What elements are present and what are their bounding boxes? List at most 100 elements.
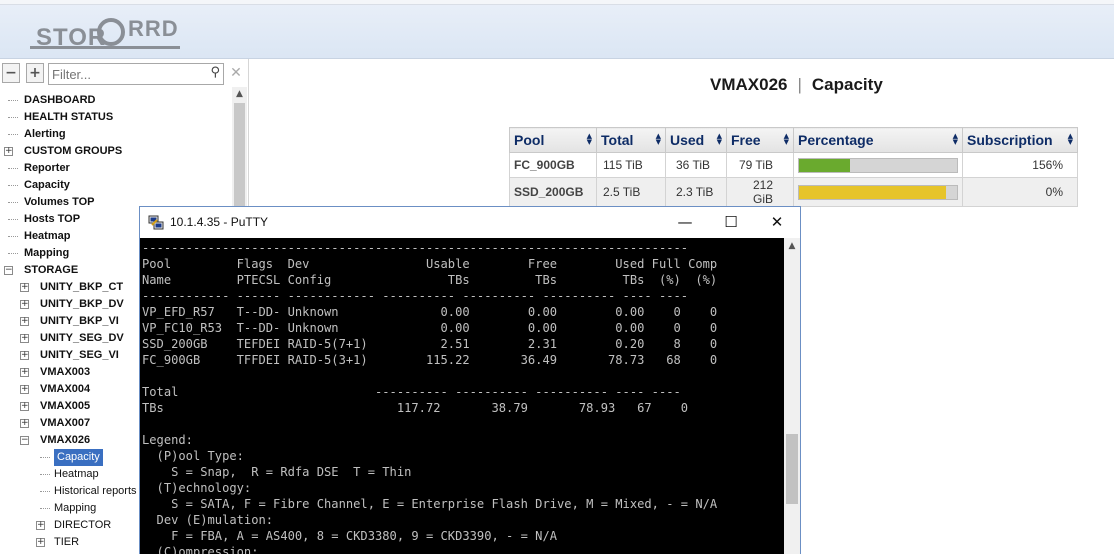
putty-title-text: 10.1.4.35 - PuTTY (170, 215, 269, 229)
column-header-subscription[interactable]: Subscription ▲ ▼ (962, 127, 1078, 153)
top-strip (0, 0, 1114, 5)
terminal-screen[interactable]: ----------------------------------------… (140, 238, 784, 554)
tree-item-label[interactable]: VMAX003 (40, 364, 90, 381)
tree-item[interactable]: HEALTH STATUS (0, 109, 232, 126)
terminal-output: ----------------------------------------… (142, 241, 718, 554)
terminal-scrollbar[interactable]: ▲ (784, 238, 800, 554)
expand-icon[interactable]: + (20, 385, 29, 394)
minimize-button[interactable]: — (662, 207, 708, 237)
collapse-icon[interactable]: − (20, 436, 29, 445)
sort-icon[interactable]: ▲ ▼ (656, 133, 661, 146)
putty-window[interactable]: 10.1.4.35 - PuTTY — ☐ ✕ ----------------… (139, 206, 801, 554)
tree-item-label[interactable]: UNITY_BKP_DV (40, 296, 124, 313)
tree-item-label[interactable]: VMAX007 (40, 415, 90, 432)
tree-item-label[interactable]: Capacity (24, 177, 70, 194)
tree-item-label[interactable]: VMAX005 (40, 398, 90, 415)
tree-connector (8, 185, 18, 186)
expand-icon[interactable]: + (20, 283, 29, 292)
tree-item-label[interactable]: Heatmap (54, 466, 99, 483)
expand-icon[interactable]: + (20, 368, 29, 377)
tree-item-label[interactable]: Mapping (54, 500, 96, 517)
tree-item-label[interactable]: UNITY_BKP_VI (40, 313, 119, 330)
tree-item[interactable]: + CUSTOM GROUPS (0, 143, 232, 160)
tree-item-label[interactable]: HEALTH STATUS (24, 109, 113, 126)
column-header-label: Free (731, 132, 761, 148)
tree-item-label[interactable]: UNITY_BKP_CT (40, 279, 123, 296)
tree-item-label[interactable]: TIER (54, 534, 79, 551)
tree-item[interactable]: Capacity (0, 177, 232, 194)
clear-filter-button[interactable]: ✕ (228, 65, 244, 81)
maximize-button[interactable]: ☐ (708, 207, 754, 237)
filter-input[interactable] (52, 66, 200, 82)
tree-item[interactable]: DASHBOARD (0, 92, 232, 109)
putty-title-bar[interactable]: 10.1.4.35 - PuTTY — ☐ ✕ (140, 207, 800, 237)
column-header-total[interactable]: Total ▲ ▼ (596, 127, 666, 153)
tree-item[interactable]: Alerting (0, 126, 232, 143)
logo-two-mark (97, 18, 125, 46)
tree-item-label[interactable]: Capacity (54, 449, 103, 466)
usage-bar-fill (799, 158, 850, 172)
close-button[interactable]: ✕ (754, 207, 800, 237)
expand-icon[interactable]: + (36, 538, 45, 547)
sort-icon[interactable]: ▲ ▼ (717, 133, 722, 146)
total-cell: 115 TiB (596, 152, 666, 178)
filter-box: ⚲ (48, 63, 224, 85)
tree-item-label[interactable]: Reporter (24, 160, 70, 177)
column-header-free[interactable]: Free ▲ ▼ (726, 127, 794, 153)
tree-connector (8, 236, 18, 237)
expand-icon[interactable]: + (4, 147, 13, 156)
expand-icon[interactable]: + (20, 334, 29, 343)
page-title-separator: | (797, 75, 802, 94)
logo-text-right: RRD (128, 16, 179, 41)
scroll-up-icon[interactable]: ▲ (232, 87, 247, 101)
tree-item-label[interactable]: VMAX004 (40, 381, 90, 398)
usage-bar (798, 184, 958, 200)
tree-item-label[interactable]: CUSTOM GROUPS (24, 143, 122, 160)
scrollbar-thumb[interactable] (786, 434, 798, 504)
expand-icon[interactable]: + (20, 317, 29, 326)
tree-item-label[interactable]: Hosts TOP (24, 211, 80, 228)
tree-item-label[interactable]: Volumes TOP (24, 194, 95, 211)
tree-connector (40, 508, 50, 509)
collapse-all-button[interactable]: − (2, 63, 20, 83)
column-header-label: Percentage (798, 132, 874, 148)
tree-item-label[interactable]: Alerting (24, 126, 66, 143)
sort-icon[interactable]: ▲ ▼ (953, 133, 958, 146)
stor2rrd-logo[interactable]: STOR RRD (30, 16, 182, 51)
search-icon[interactable]: ⚲ (210, 65, 220, 80)
expand-icon[interactable]: + (20, 300, 29, 309)
table-row[interactable]: SSD_200GB 2.5 TiB 2.3 TiB 212 GiB 0% (509, 177, 1078, 207)
collapse-icon[interactable]: − (4, 266, 13, 275)
tree-item-label[interactable]: UNITY_SEG_DV (40, 330, 124, 347)
expand-icon[interactable]: + (20, 402, 29, 411)
scroll-up-icon[interactable]: ▲ (784, 238, 800, 254)
used-cell: 36 TiB (665, 152, 727, 178)
column-header-percentage[interactable]: Percentage ▲ ▼ (793, 127, 963, 153)
tree-connector (40, 474, 50, 475)
tree-item[interactable]: Reporter (0, 160, 232, 177)
tree-item-label[interactable]: Historical reports (54, 483, 137, 500)
tree-item-label[interactable]: VMAX026 (40, 432, 90, 449)
tree-item-label[interactable]: Mapping (24, 245, 69, 262)
column-header-label: Subscription (967, 132, 1053, 148)
expand-icon[interactable]: + (20, 419, 29, 428)
tree-item-label[interactable]: Heatmap (24, 228, 70, 245)
sort-icon[interactable]: ▲ ▼ (1068, 133, 1073, 146)
tree-item-label[interactable]: DASHBOARD (24, 92, 96, 109)
sort-icon[interactable]: ▲ ▼ (587, 133, 592, 146)
tree-connector (8, 100, 18, 101)
expand-icon[interactable]: + (36, 521, 45, 530)
tree-item-label[interactable]: STORAGE (24, 262, 78, 279)
sort-icon[interactable]: ▲ ▼ (784, 133, 789, 146)
expand-all-button[interactable]: + (26, 63, 44, 83)
tree-item-label[interactable]: DIRECTOR (54, 517, 111, 534)
table-row[interactable]: FC_900GB 115 TiB 36 TiB 79 TiB 156% (509, 152, 1078, 178)
expand-icon[interactable]: + (20, 351, 29, 360)
column-header-pool[interactable]: Pool ▲ ▼ (509, 127, 597, 153)
app-header: STOR RRD (0, 0, 1114, 59)
tree-item-label[interactable]: UNITY_SEG_VI (40, 347, 119, 364)
tree-connector (40, 491, 50, 492)
column-header-used[interactable]: Used ▲ ▼ (665, 127, 727, 153)
table-header-row: Pool ▲ ▼ Total ▲ ▼ Used ▲ ▼ Free ▲ ▼ Percentage ▲ ▼ Sub… (509, 127, 1078, 153)
tree-connector (8, 253, 18, 254)
